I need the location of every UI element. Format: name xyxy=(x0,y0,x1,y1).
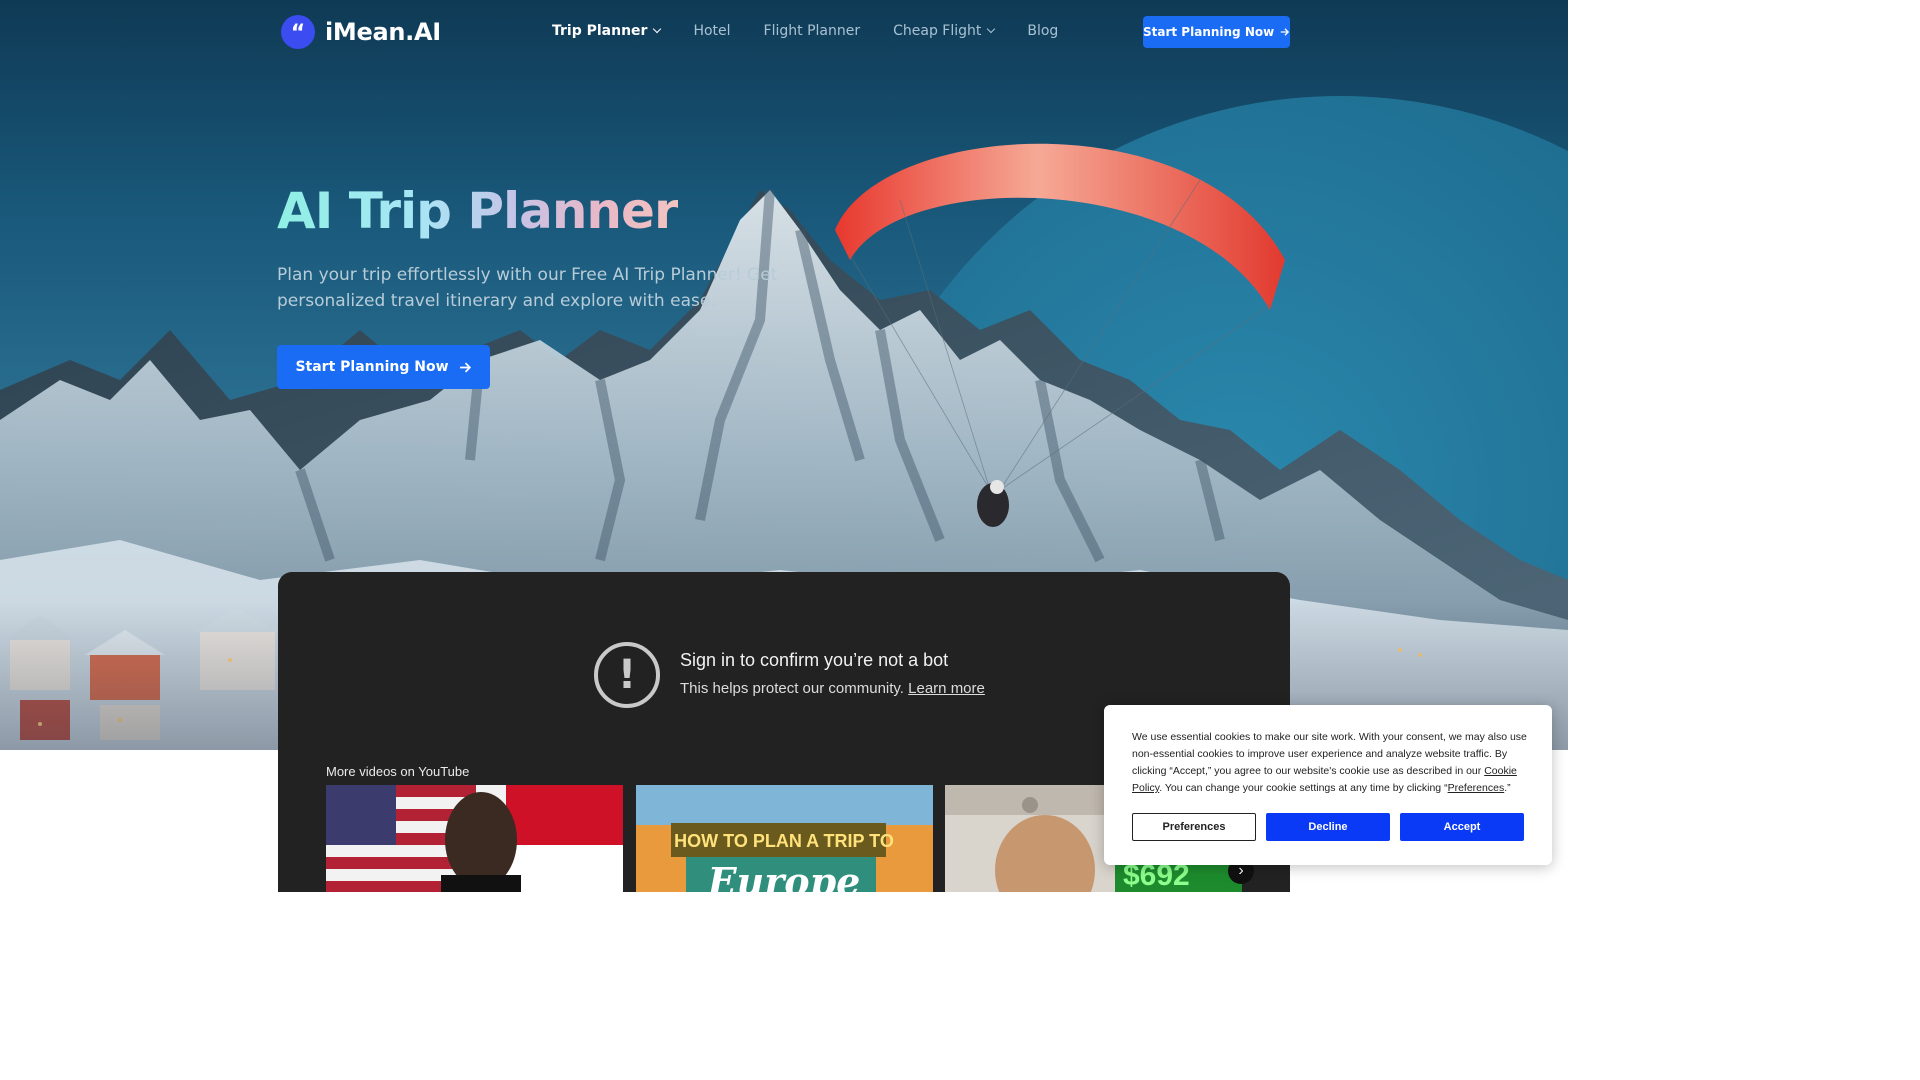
hero-subtitle: Plan your trip effortlessly with our Fre… xyxy=(277,265,778,311)
top-navigation: “ iMean.AI Trip Planner Hotel Flight Pla… xyxy=(0,0,1568,64)
cookie-consent-banner: We use essential cookies to make our sit… xyxy=(1104,705,1552,865)
nav-item-trip-planner[interactable]: Trip Planner xyxy=(552,23,662,39)
thumbnail-caption: HOW TO PLAN A TRIP TO xyxy=(674,831,894,851)
cookie-text-part: We use essential cookies to make our sit… xyxy=(1132,731,1527,777)
chevron-down-icon xyxy=(987,24,996,34)
bot-check-text: This helps protect our community. Learn … xyxy=(680,680,985,697)
nav-item-label: Trip Planner xyxy=(552,23,648,39)
more-videos-label: More videos on YouTube xyxy=(326,764,470,779)
exclamation-icon: ! xyxy=(594,642,660,708)
nav-item-hotel[interactable]: Hotel xyxy=(693,23,730,39)
brand-logo[interactable]: “ iMean.AI xyxy=(281,15,441,49)
button-label: Start Planning Now xyxy=(1143,25,1275,39)
nav-item-label: Blog xyxy=(1027,23,1059,39)
thumbnail-caption-large: Europe xyxy=(707,859,861,892)
video-thumbnail[interactable] xyxy=(326,785,623,892)
europe-trip-thumbnail-image: HOW TO PLAN A TRIP TO Europe xyxy=(636,785,933,892)
nav-item-flight-planner[interactable]: Flight Planner xyxy=(764,23,861,39)
nav-item-blog[interactable]: Blog xyxy=(1027,23,1058,39)
arrow-right-icon xyxy=(459,362,471,372)
learn-more-link[interactable]: Learn more xyxy=(908,680,985,697)
hero-start-planning-button[interactable]: Start Planning Now xyxy=(277,345,490,389)
video-thumbnail[interactable]: HOW TO PLAN A TRIP TO Europe xyxy=(636,785,933,892)
brand-name: iMean.AI xyxy=(325,18,441,46)
chevron-down-icon xyxy=(653,24,662,34)
cookie-decline-button[interactable]: Decline xyxy=(1266,813,1390,841)
nav-item-label: Flight Planner xyxy=(763,23,861,39)
nav-links: Trip Planner Hotel Flight Planner Cheap … xyxy=(552,23,1058,39)
cookie-preferences-button[interactable]: Preferences xyxy=(1132,813,1256,841)
nav-item-cheap-flight[interactable]: Cheap Flight xyxy=(893,23,996,39)
cookie-accept-button[interactable]: Accept xyxy=(1400,813,1524,841)
hero-title: AI Trip Planner xyxy=(277,182,679,240)
arrow-right-icon xyxy=(1281,28,1290,36)
nav-item-label: Cheap Flight xyxy=(893,23,982,39)
quote-logo-icon: “ xyxy=(281,15,315,49)
cookie-consent-text: We use essential cookies to make our sit… xyxy=(1132,729,1532,797)
flags-portrait-thumbnail-image xyxy=(326,785,623,892)
preferences-link[interactable]: Preferences xyxy=(1448,782,1505,794)
bot-check-message: This helps protect our community. xyxy=(680,680,904,697)
nav-start-planning-button[interactable]: Start Planning Now xyxy=(1143,16,1290,48)
bot-check-title: Sign in to confirm you’re not a bot xyxy=(680,650,949,670)
nav-item-label: Hotel xyxy=(693,23,731,39)
button-label: Start Planning Now xyxy=(295,359,449,375)
cookie-text-part: . You can change your cookie settings at… xyxy=(1159,782,1448,794)
cookie-text-part: .” xyxy=(1504,782,1511,794)
